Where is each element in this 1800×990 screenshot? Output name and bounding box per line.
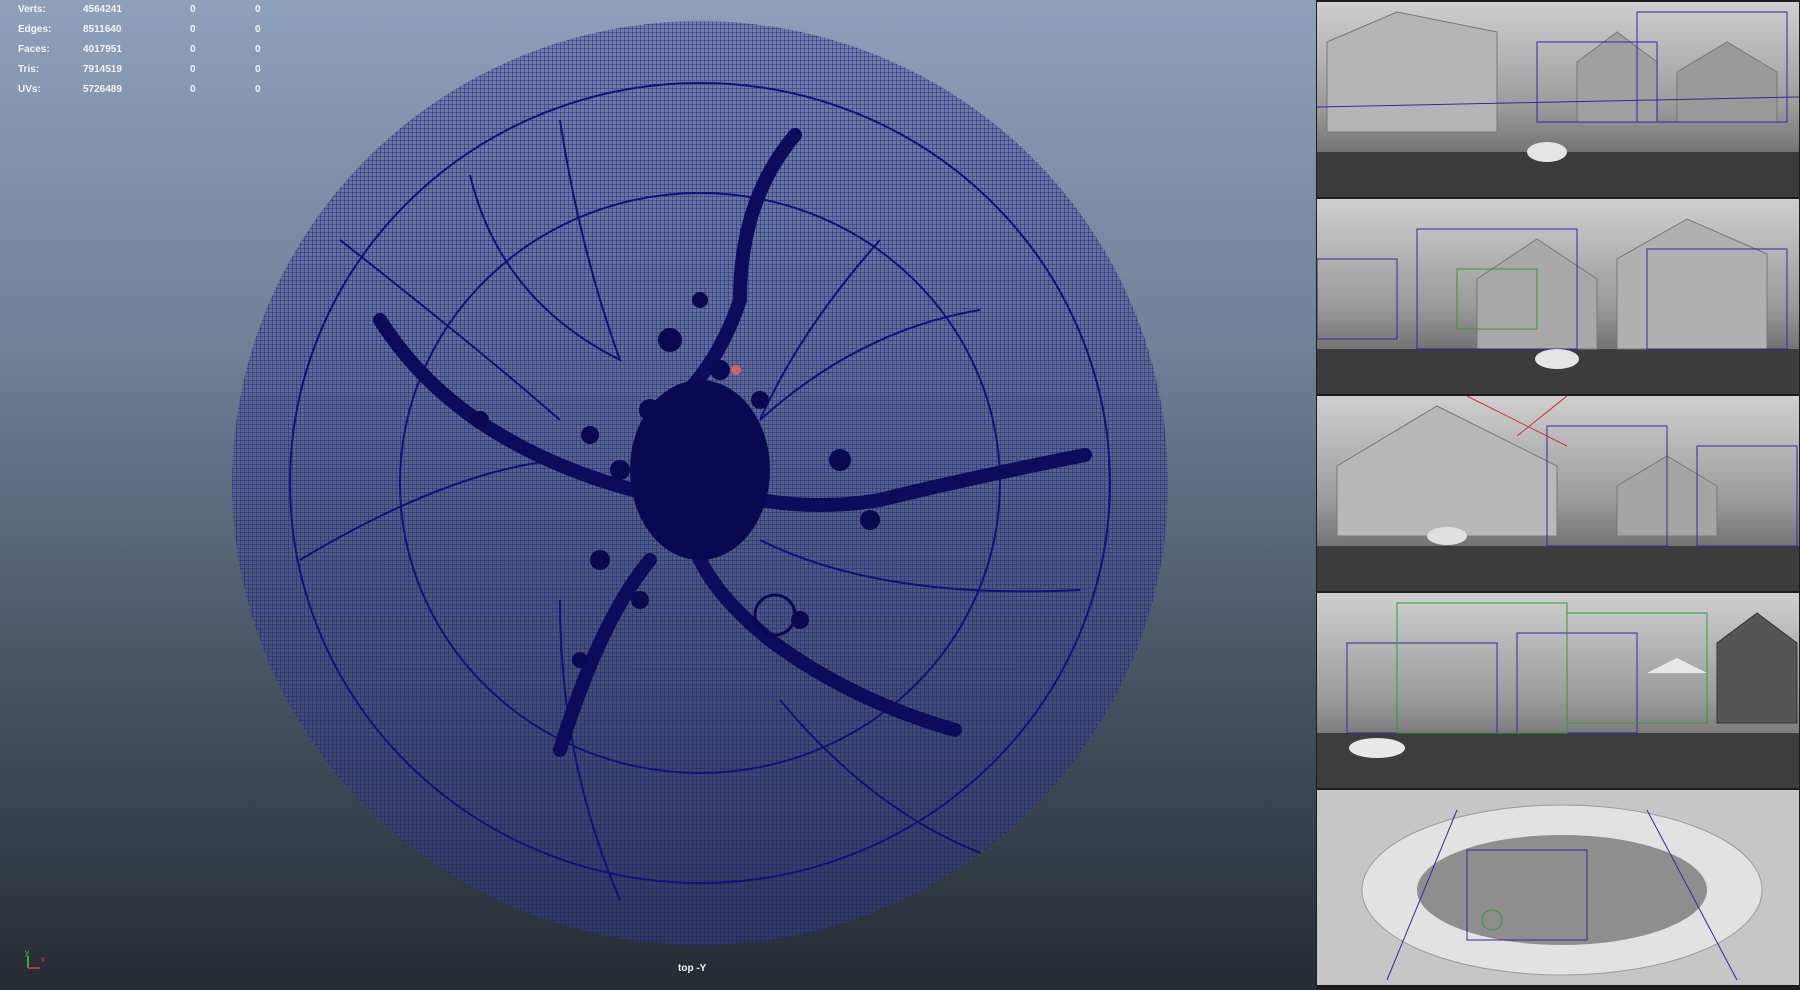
main-viewport[interactable]: Verts: 4564241 0 0 Edges: 8511640 0 0 Fa…	[0, 0, 1316, 990]
wireframe-mesh[interactable]	[0, 0, 1316, 990]
render-panels	[1316, 0, 1800, 990]
axis-y-label: y	[25, 948, 29, 957]
camera-label: top -Y	[678, 963, 707, 974]
render-panel-4[interactable]	[1317, 593, 1799, 788]
render-panel-2[interactable]	[1317, 199, 1799, 394]
highlighted-object	[731, 365, 741, 375]
render-panel-1[interactable]	[1317, 2, 1799, 197]
axis-x-label: x	[41, 955, 45, 964]
render-panel-5[interactable]	[1317, 790, 1799, 985]
render-panel-3[interactable]	[1317, 396, 1799, 591]
axis-gizmo: y x	[20, 946, 50, 976]
